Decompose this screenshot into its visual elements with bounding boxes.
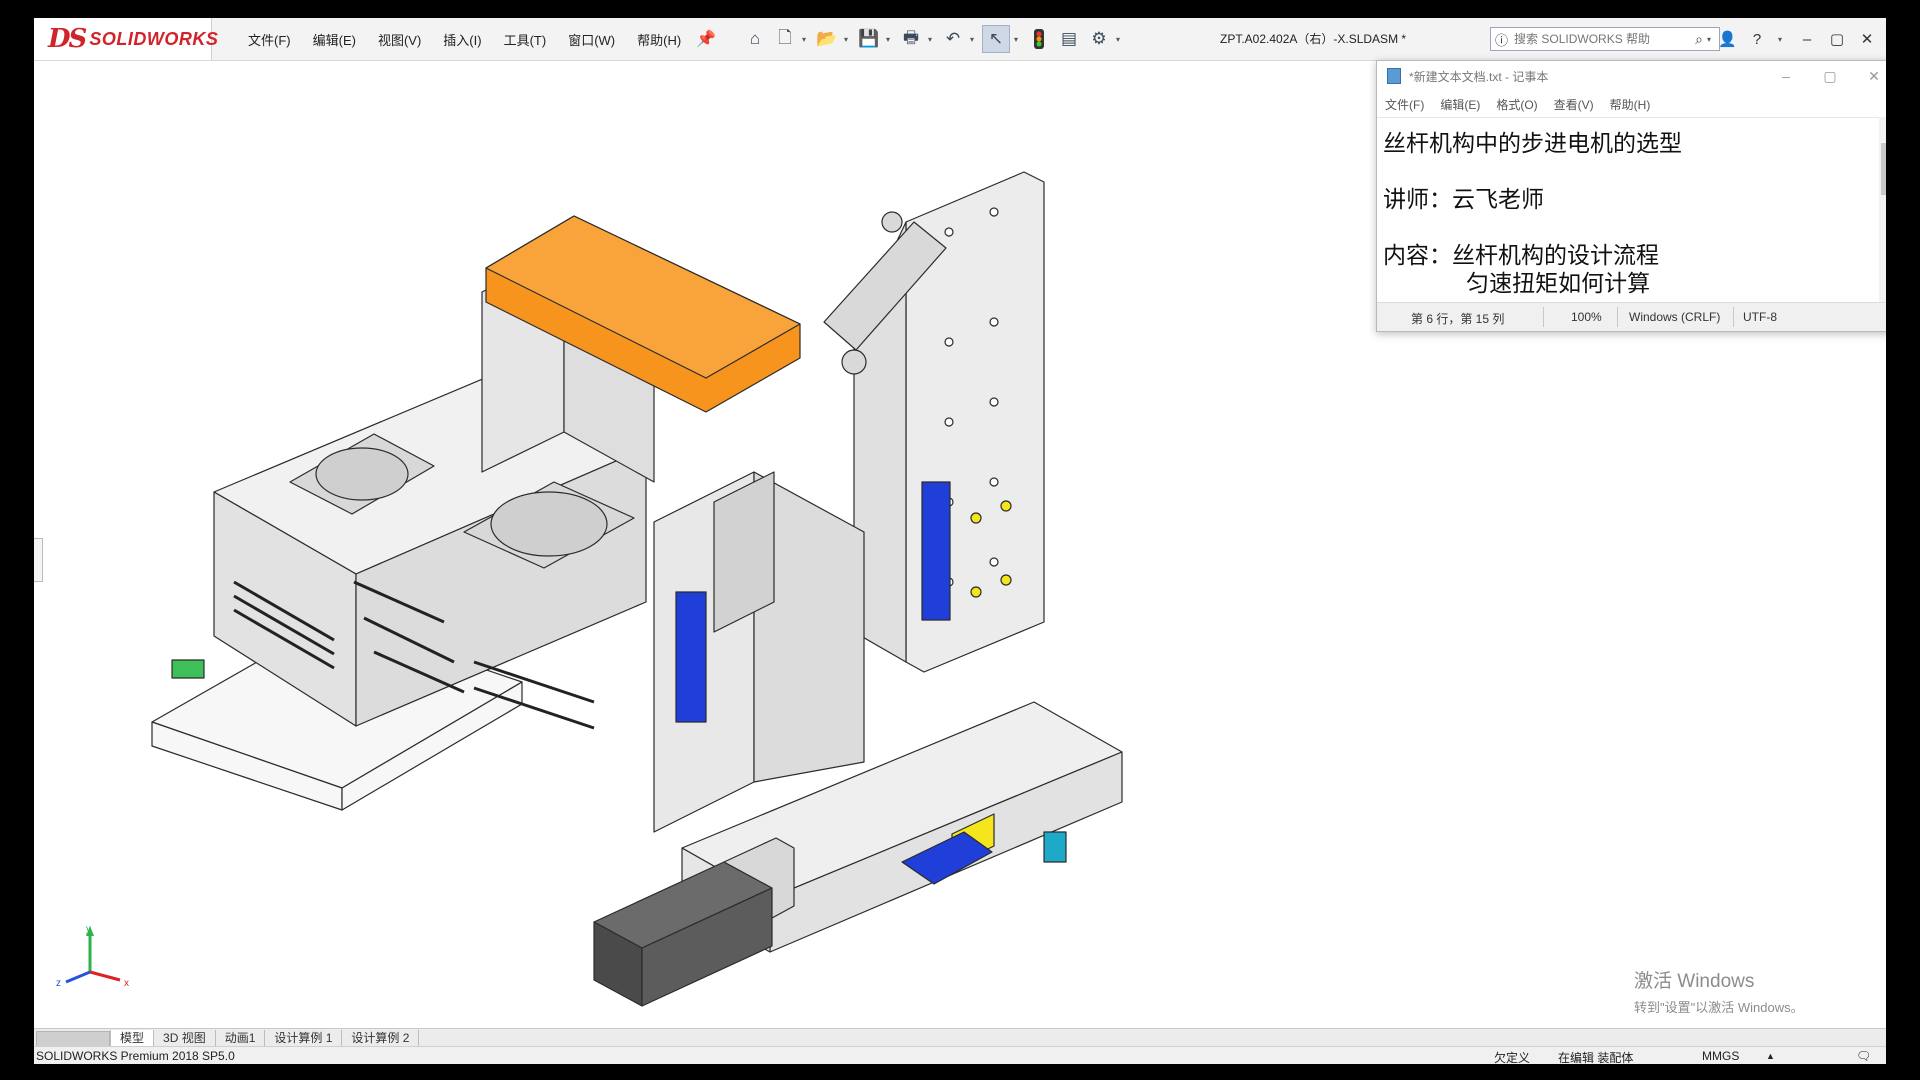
options-gear-icon[interactable]: ⚙ xyxy=(1086,26,1112,52)
solidworks-status-bar: SOLIDWORKS Premium 2018 SP5.0 欠定义 在编辑 装配… xyxy=(34,1046,1886,1064)
notepad-cursor-position: 第 6 行，第 15 列 xyxy=(1411,312,1505,326)
open-dropdown-icon[interactable]: ▾ xyxy=(844,35,852,44)
solidworks-window: DS SOLIDWORKS 文件(F) 编辑(E) 视图(V) 插入(I) 工具… xyxy=(34,18,1886,1064)
pin-menu-icon[interactable]: 📌 xyxy=(696,29,716,49)
search-icon[interactable]: ⌕ xyxy=(1695,31,1703,48)
quick-access-toolbar: ⌂ 🗋 ▾ 📂 ▾ 💾 ▾ 🖶 ▾ ↶ ▾ ↖ ▾ ▤ ⚙ ▾ xyxy=(742,24,1124,54)
notepad-app-icon xyxy=(1387,68,1401,84)
unit-system-dropdown-icon[interactable]: ▲ xyxy=(1766,1051,1775,1061)
notepad-scroll-thumb[interactable] xyxy=(1881,143,1886,195)
notepad-minimize-icon[interactable]: – xyxy=(1777,68,1795,84)
svg-text:x: x xyxy=(124,978,129,989)
select-dropdown-icon[interactable]: ▾ xyxy=(1014,35,1022,44)
svg-text:y: y xyxy=(86,924,91,935)
menu-help[interactable]: 帮助(H) xyxy=(633,27,685,52)
file-properties-icon[interactable]: ▤ xyxy=(1056,26,1082,52)
solidworks-logo-text: SOLIDWORKS xyxy=(89,28,219,49)
search-dropdown-icon[interactable]: ▾ xyxy=(1707,35,1715,44)
notepad-title-bar[interactable]: *新建文本文档.txt - 记事本 – ▢ ✕ xyxy=(1377,61,1886,91)
tab-animation1[interactable]: 动画1 xyxy=(216,1030,266,1047)
notepad-line: 丝杆机构中的步进电机的选型 xyxy=(1383,131,1682,157)
notepad-line-ending: Windows (CRLF) xyxy=(1629,310,1721,324)
notepad-menu-format[interactable]: 格式(O) xyxy=(1496,96,1537,113)
bottom-tab-bar: 模型 3D 视图 动画1 设计算例 1 设计算例 2 xyxy=(34,1028,1886,1047)
menu-window[interactable]: 窗口(W) xyxy=(564,27,619,52)
menu-file[interactable]: 文件(F) xyxy=(244,27,295,52)
open-icon[interactable]: 📂 xyxy=(814,26,840,52)
notepad-line: 讲师：云飞老师 xyxy=(1383,187,1544,213)
tab-model[interactable]: 模型 xyxy=(110,1030,155,1047)
save-dropdown-icon[interactable]: ▾ xyxy=(886,35,894,44)
window-controls: 👤 ? ▾ – ▢ ✕ xyxy=(1718,18,1876,60)
definition-status: 欠定义 xyxy=(1494,1051,1531,1064)
version-label: SOLIDWORKS Premium 2018 SP5.0 xyxy=(36,1049,235,1063)
unit-system[interactable]: MMGS xyxy=(1702,1049,1739,1063)
watermark-subtitle: 转到"设置"以激活 Windows。 xyxy=(1634,1000,1804,1015)
notepad-close-icon[interactable]: ✕ xyxy=(1865,68,1883,85)
notepad-menu-edit[interactable]: 编辑(E) xyxy=(1440,96,1480,113)
tab-scroll-bar[interactable] xyxy=(36,1031,110,1047)
save-icon[interactable]: 💾 xyxy=(856,26,882,52)
notepad-encoding: UTF-8 xyxy=(1743,310,1777,324)
assembly-model-render[interactable] xyxy=(34,62,1134,1028)
tab-design-study-1[interactable]: 设计算例 1 xyxy=(265,1030,343,1047)
user-account-icon[interactable]: 👤 xyxy=(1718,30,1737,48)
select-icon[interactable]: ↖ xyxy=(982,25,1010,53)
help-circle-icon: ⓘ xyxy=(1495,32,1509,48)
ds-logo-mark: DS xyxy=(48,24,87,54)
close-icon[interactable]: ✕ xyxy=(1858,30,1876,48)
notepad-window[interactable]: *新建文本文档.txt - 记事本 – ▢ ✕ 文件(F) 编辑(E) 格式(O… xyxy=(1376,60,1886,332)
notepad-text-area[interactable]: 丝杆机构中的步进电机的选型 讲师：云飞老师 内容：丝杆机构的设计流程 匀速扭矩如… xyxy=(1377,117,1881,304)
status-divider xyxy=(1617,307,1618,327)
tab-3d-views[interactable]: 3D 视图 xyxy=(154,1030,216,1047)
notepad-zoom: 100% xyxy=(1571,310,1602,324)
help-search-input[interactable] xyxy=(1512,31,1692,47)
traffic-light-icon[interactable] xyxy=(1026,26,1052,52)
coordinate-triad: x z y xyxy=(56,924,129,989)
menu-view[interactable]: 视图(V) xyxy=(374,27,425,52)
maximize-icon[interactable]: ▢ xyxy=(1828,30,1846,48)
new-dropdown-icon[interactable]: ▾ xyxy=(802,35,810,44)
undo-icon[interactable]: ↶ xyxy=(940,26,966,52)
notepad-maximize-icon[interactable]: ▢ xyxy=(1821,68,1839,85)
tab-design-study-2[interactable]: 设计算例 2 xyxy=(342,1030,420,1047)
print-dropdown-icon[interactable]: ▾ xyxy=(928,35,936,44)
windows-activation-watermark: 激活 Windows 转到"设置"以激活 Windows。 xyxy=(1634,966,1804,1016)
notification-icon[interactable]: 🗨 xyxy=(1856,1049,1871,1063)
new-document-icon[interactable]: 🗋 xyxy=(772,26,798,52)
notepad-menu-file[interactable]: 文件(F) xyxy=(1385,96,1424,113)
notepad-menu-help[interactable]: 帮助(H) xyxy=(1610,96,1651,113)
notepad-menu-bar: 文件(F) 编辑(E) 格式(O) 查看(V) 帮助(H) xyxy=(1385,93,1650,115)
help-question-icon[interactable]: ? xyxy=(1748,31,1766,48)
options-dropdown-icon[interactable]: ▾ xyxy=(1116,35,1124,44)
undo-dropdown-icon[interactable]: ▾ xyxy=(970,35,978,44)
print-icon[interactable]: 🖶 xyxy=(898,26,924,52)
blue-sensor-left xyxy=(675,591,707,723)
notepad-line: 匀速扭矩如何计算 xyxy=(1383,271,1651,297)
menu-tools[interactable]: 工具(T) xyxy=(500,27,551,52)
cyan-limit-switch xyxy=(1043,831,1067,863)
notepad-status-bar: 第 6 行，第 15 列 100% Windows (CRLF) UTF-8 xyxy=(1377,302,1886,331)
notepad-menu-view[interactable]: 查看(V) xyxy=(1554,96,1594,113)
notepad-window-controls: – ▢ ✕ xyxy=(1777,61,1883,91)
blue-sensor-right xyxy=(921,481,951,621)
solidworks-title-bar: DS SOLIDWORKS 文件(F) 编辑(E) 视图(V) 插入(I) 工具… xyxy=(34,18,1886,61)
help-search-box[interactable]: ⓘ ⌕ ▾ xyxy=(1490,27,1720,51)
menu-edit[interactable]: 编辑(E) xyxy=(309,27,360,52)
status-divider xyxy=(1543,307,1544,327)
document-title: ZPT.A02.402A（右）-X.SLDASM * xyxy=(1220,32,1407,46)
status-divider xyxy=(1733,307,1734,327)
green-connector xyxy=(171,659,205,679)
svg-text:z: z xyxy=(56,978,61,989)
home-icon[interactable]: ⌂ xyxy=(742,26,768,52)
minimize-icon[interactable]: – xyxy=(1798,31,1816,48)
help-dropdown-icon[interactable]: ▾ xyxy=(1778,35,1786,44)
menu-insert[interactable]: 插入(I) xyxy=(439,27,485,52)
watermark-title: 激活 Windows xyxy=(1634,971,1755,992)
edit-mode-status: 在编辑 装配体 xyxy=(1558,1051,1634,1064)
solidworks-logo[interactable]: DS SOLIDWORKS xyxy=(34,18,218,60)
main-menu-bar: 文件(F) 编辑(E) 视图(V) 插入(I) 工具(T) 窗口(W) 帮助(H… xyxy=(244,18,685,60)
notepad-title: *新建文本文档.txt - 记事本 xyxy=(1409,69,1549,84)
